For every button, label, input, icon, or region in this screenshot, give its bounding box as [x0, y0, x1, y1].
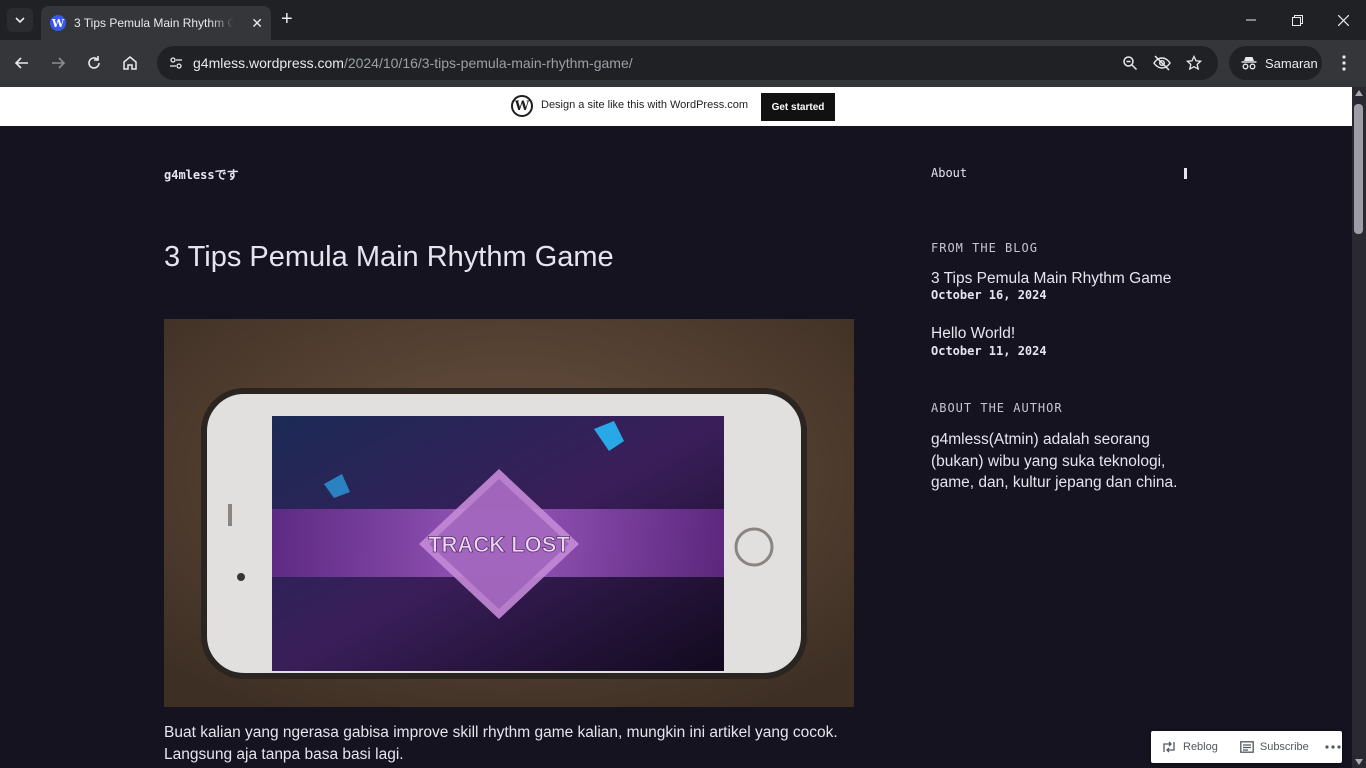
reblog-label: Reblog	[1183, 741, 1218, 753]
page-scrollbar[interactable]	[1352, 87, 1366, 768]
profile-label: Samaran	[1265, 55, 1318, 71]
bookmark-star-icon[interactable]	[1185, 54, 1203, 72]
scrollbar-thumb[interactable]	[1354, 104, 1363, 234]
arrow-left-icon	[14, 57, 28, 69]
scroll-up-arrow-icon[interactable]	[1355, 90, 1363, 96]
incognito-icon	[1241, 57, 1257, 70]
zoom-icon[interactable]	[1121, 54, 1139, 72]
site-title-link[interactable]: g4mlessです	[164, 166, 239, 183]
reblog-icon	[1163, 741, 1175, 753]
home-button[interactable]	[118, 51, 142, 75]
profile-button[interactable]: Samaran	[1229, 46, 1322, 80]
phone-screenshot-image: TRACK LOST	[164, 319, 854, 707]
wordpress-promo-banner: W Design a site like this with WordPress…	[0, 87, 1352, 126]
tab-strip: W 3 Tips Pemula Main Rhythm Game ✕ +	[0, 0, 1366, 40]
minimize-icon	[1246, 19, 1256, 21]
back-button[interactable]	[10, 51, 34, 75]
reload-button[interactable]	[82, 51, 106, 75]
url-path: /2024/10/16/3-tips-pemula-main-rhythm-ga…	[343, 55, 633, 71]
post-excerpt: Buat kalian yang ngerasa gabisa improve …	[164, 724, 838, 763]
tab-search-button[interactable]	[7, 8, 33, 32]
address-bar[interactable]: g4mless.wordpress.com/2024/10/16/3-tips-…	[157, 46, 1218, 80]
sidebar-post-link[interactable]: 3 Tips Pemula Main Rhythm Game	[931, 270, 1171, 288]
chevron-down-icon	[15, 17, 25, 23]
menu-toggle-icon[interactable]	[1184, 168, 1187, 179]
home-icon	[123, 56, 137, 70]
promo-text[interactable]: Design a site like this with WordPress.c…	[541, 99, 748, 111]
get-started-button[interactable]: Get started	[761, 93, 835, 121]
track-lost-text: TRACK LOST	[428, 532, 570, 557]
subscribe-label: Subscribe	[1259, 741, 1309, 753]
subscribe-button[interactable]: Subscribe	[1240, 741, 1309, 753]
about-the-author-heading: ABOUT THE AUTHOR	[931, 401, 1063, 415]
subscribe-icon	[1240, 741, 1254, 753]
post-title: 3 Tips Pemula Main Rhythm Game	[164, 241, 614, 273]
forward-button[interactable]	[46, 51, 70, 75]
sidebar-post-date: October 11, 2024	[931, 344, 1047, 358]
minimize-button[interactable]	[1228, 0, 1274, 40]
scroll-down-arrow-icon[interactable]	[1355, 759, 1363, 765]
arrow-right-icon	[52, 57, 66, 69]
reload-icon	[88, 56, 100, 69]
restore-button[interactable]	[1274, 0, 1320, 40]
tracking-protection-eye-off-icon[interactable]	[1153, 54, 1171, 72]
url-text: g4mless.wordpress.com/2024/10/16/3-tips-…	[193, 55, 633, 71]
nav-about-link[interactable]: About	[931, 166, 967, 180]
new-tab-button[interactable]: +	[281, 8, 293, 30]
restore-icon	[1291, 14, 1303, 26]
site-info-icon[interactable]	[165, 52, 187, 74]
more-actions-button[interactable]	[1325, 745, 1341, 749]
reblog-button[interactable]: Reblog	[1161, 740, 1218, 754]
wordpress-logo-icon[interactable]: W	[511, 95, 533, 117]
browser-menu-button[interactable]	[1333, 52, 1355, 74]
wordpress-favicon-icon: W	[50, 15, 66, 31]
close-icon	[1337, 14, 1349, 26]
sidebar-post-date: October 16, 2024	[931, 288, 1047, 302]
blog-page: g4mlessです About 3 Tips Pemula Main Rhyth…	[0, 126, 1352, 768]
more-horizontal-icon	[1325, 745, 1341, 749]
tab-close-icon[interactable]: ✕	[251, 14, 263, 32]
featured-image: TRACK LOST	[164, 319, 854, 707]
about-the-author-text: g4mless(Atmin) adalah seorang (bukan) wi…	[931, 431, 1178, 491]
wpcom-action-bar: Reblog Subscribe	[1151, 731, 1342, 763]
sidebar-post-link[interactable]: Hello World!	[931, 325, 1015, 343]
close-window-button[interactable]	[1320, 0, 1366, 40]
active-tab[interactable]: W 3 Tips Pemula Main Rhythm Game ✕	[41, 6, 271, 40]
url-host: g4mless.wordpress.com	[193, 55, 344, 71]
tab-title: 3 Tips Pemula Main Rhythm Game	[74, 16, 234, 30]
more-vertical-icon	[1342, 55, 1346, 71]
from-the-blog-heading: FROM THE BLOG	[931, 241, 1038, 255]
